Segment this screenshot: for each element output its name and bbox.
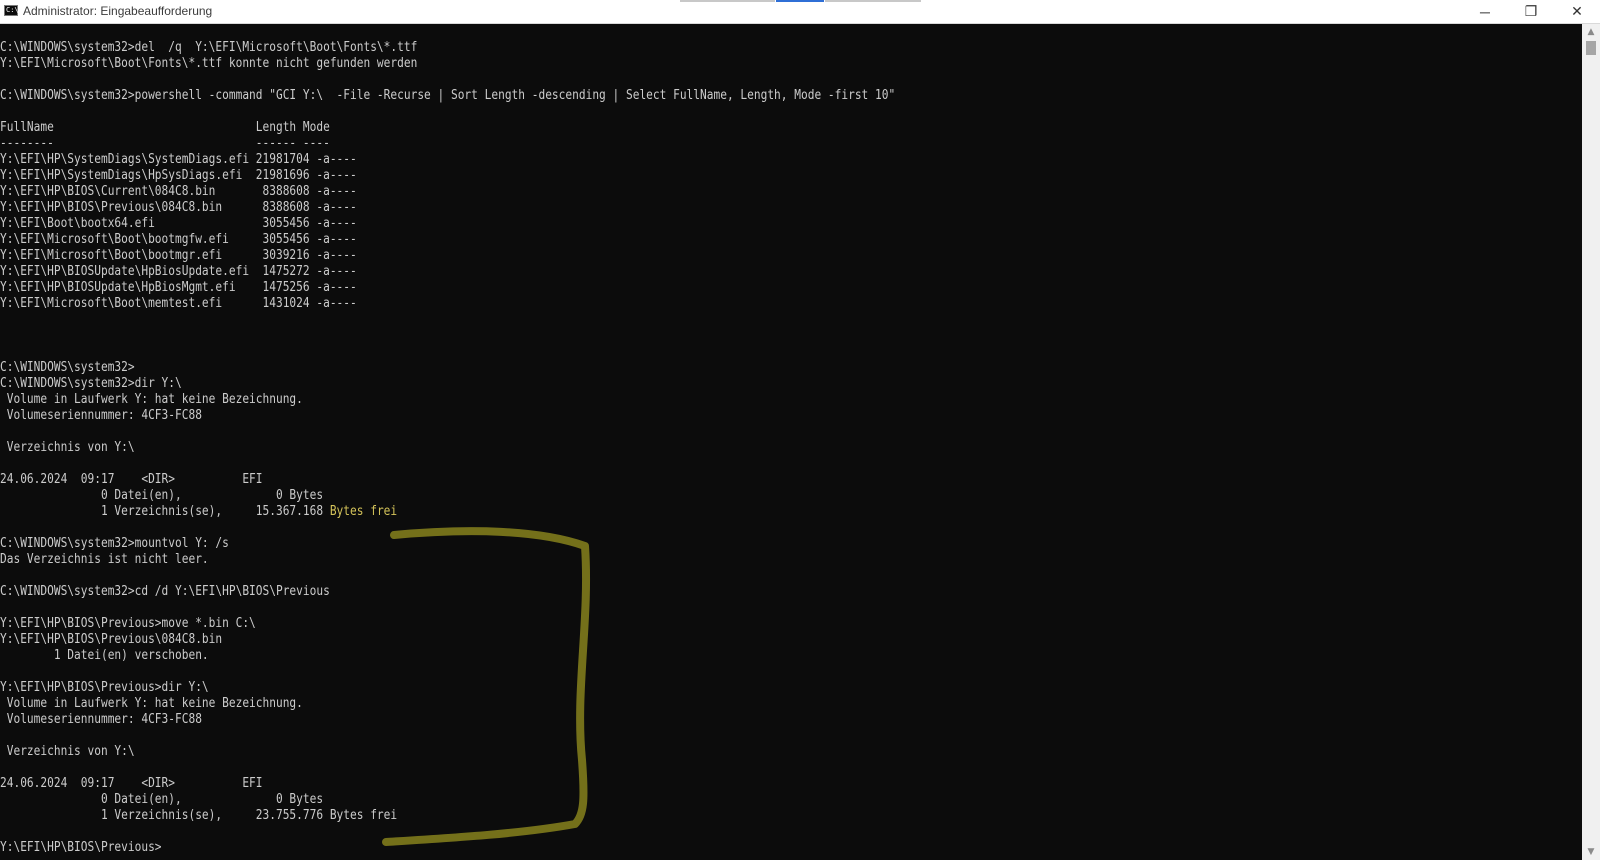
console-line-text: Y:\EFI\Boot\bootx64.efi 3055456 -a----	[0, 216, 357, 231]
console-highlighted-text: Bytes frei	[329, 504, 398, 519]
console-line-text: Volume in Laufwerk Y: hat keine Bezeichn…	[0, 696, 303, 711]
console-line-text: Y:\EFI\HP\BIOSUpdate\HpBiosMgmt.efi 1475…	[0, 280, 357, 295]
console-line-text: 1 Verzeichnis(se), 23.755.776 Bytes frei	[0, 808, 398, 823]
console-line: 0 Datei(en), 0 Bytes	[0, 792, 323, 808]
console-line: Volume in Laufwerk Y: hat keine Bezeichn…	[0, 392, 303, 408]
console-line: C:\WINDOWS\system32>	[0, 360, 135, 376]
console-line: 1 Datei(en) verschoben.	[0, 648, 209, 664]
console-line-text: C:\WINDOWS\system32>cd /d Y:\EFI\HP\BIOS…	[0, 584, 330, 599]
console-line: FullName Length Mode	[0, 120, 330, 136]
console-line: C:\WINDOWS\system32>dir Y:\	[0, 376, 182, 392]
console-line: 1 Verzeichnis(se), 23.755.776 Bytes frei	[0, 808, 397, 824]
console-line: C:\WINDOWS\system32>del /q Y:\EFI\Micros…	[0, 40, 417, 56]
console-line-text: C:\WINDOWS\system32>mountvol Y: /s	[0, 536, 229, 551]
console-line-text: 0 Datei(en), 0 Bytes	[0, 488, 324, 503]
console-line-text: Volumeseriennummer: 4CF3-FC88	[0, 408, 202, 423]
close-button[interactable]: ✕	[1554, 0, 1600, 23]
console-line-text: -------- ------ ----	[0, 136, 330, 151]
console-line-text: Y:\EFI\HP\BIOS\Previous\084C8.bin 838860…	[0, 200, 357, 215]
console-line-text: 1 Datei(en) verschoben.	[0, 648, 209, 663]
console-line: C:\WINDOWS\system32>powershell -command …	[0, 88, 895, 104]
tab-indicator-active	[776, 0, 824, 2]
console-line-text: 24.06.2024 09:17 <DIR> EFI	[0, 472, 263, 487]
arrow-up-icon[interactable]: ▲	[1582, 24, 1600, 40]
console-line: Y:\EFI\HP\BIOS\Previous>move *.bin C:\	[0, 616, 256, 632]
console-line: Volume in Laufwerk Y: hat keine Bezeichn…	[0, 696, 303, 712]
console-line: Y:\EFI\Boot\bootx64.efi 3055456 -a----	[0, 216, 357, 232]
console-line: Y:\EFI\HP\BIOSUpdate\HpBiosUpdate.efi 14…	[0, 264, 357, 280]
console-line: Y:\EFI\HP\SystemDiags\HpSysDiags.efi 219…	[0, 168, 357, 184]
console-line: Y:\EFI\HP\SystemDiags\SystemDiags.efi 21…	[0, 152, 357, 168]
console-line-text: Verzeichnis von Y:\	[0, 744, 135, 759]
console-line: Y:\EFI\HP\BIOS\Current\084C8.bin 8388608…	[0, 184, 357, 200]
console-line: Verzeichnis von Y:\	[0, 744, 135, 760]
console-line-text: 0 Datei(en), 0 Bytes	[0, 792, 324, 807]
console-line: Y:\EFI\HP\BIOS\Previous>dir Y:\	[0, 680, 209, 696]
tab-indicator	[680, 0, 775, 2]
restore-button[interactable]: ❐	[1508, 0, 1554, 23]
console-line: Y:\EFI\HP\BIOS\Previous>	[0, 840, 162, 856]
console-line: Verzeichnis von Y:\	[0, 440, 135, 456]
console-line: C:\WINDOWS\system32>mountvol Y: /s	[0, 536, 229, 552]
console-line-text: FullName Length Mode	[0, 120, 330, 135]
console-line: 1 Verzeichnis(se), 15.367.168 Bytes frei	[0, 504, 397, 520]
tab-indicator	[825, 0, 921, 2]
console-line: 24.06.2024 09:17 <DIR> EFI	[0, 776, 263, 792]
console-line: Y:\EFI\HP\BIOS\Previous\084C8.bin 838860…	[0, 200, 357, 216]
title-bar: C:\ Administrator: Eingabeaufforderung ─…	[0, 0, 1600, 24]
console-line-text: Volumeseriennummer: 4CF3-FC88	[0, 712, 202, 727]
console-line: Y:\EFI\HP\BIOSUpdate\HpBiosMgmt.efi 1475…	[0, 280, 357, 296]
console-line-text: 1 Verzeichnis(se), 15.367.168	[0, 504, 330, 519]
console-line-text: Y:\EFI\HP\BIOS\Previous>move *.bin C:\	[0, 616, 256, 631]
console-line-text: C:\WINDOWS\system32>powershell -command …	[0, 88, 896, 103]
console-line: Das Verzeichnis ist nicht leer.	[0, 552, 209, 568]
console-line-text: Y:\EFI\HP\BIOS\Previous>dir Y:\	[0, 680, 209, 695]
console-line-text: C:\WINDOWS\system32>del /q Y:\EFI\Micros…	[0, 40, 418, 55]
console-line: 24.06.2024 09:17 <DIR> EFI	[0, 472, 263, 488]
arrow-down-icon[interactable]: ▼	[1582, 844, 1600, 860]
console-line: Volumeseriennummer: 4CF3-FC88	[0, 712, 202, 728]
console-line: Y:\EFI\Microsoft\Boot\memtest.efi 143102…	[0, 296, 357, 312]
console-line-text: Y:\EFI\HP\BIOS\Current\084C8.bin 8388608…	[0, 184, 357, 199]
console-line: Y:\EFI\Microsoft\Boot\bootmgr.efi 303921…	[0, 248, 357, 264]
console-line-text: Verzeichnis von Y:\	[0, 440, 135, 455]
console-line-text: C:\WINDOWS\system32>dir Y:\	[0, 376, 182, 391]
console-line-text: Y:\EFI\HP\SystemDiags\HpSysDiags.efi 219…	[0, 168, 357, 183]
console-line-text: Y:\EFI\HP\BIOS\Previous>	[0, 840, 162, 855]
cmd-icon: C:\	[4, 5, 19, 16]
console-line-text: Das Verzeichnis ist nicht leer.	[0, 552, 209, 567]
window-title: Administrator: Eingabeaufforderung	[23, 4, 213, 18]
console-line: -------- ------ ----	[0, 136, 330, 152]
console-output[interactable]: C:\WINDOWS\system32>del /q Y:\EFI\Micros…	[0, 24, 1582, 860]
console-line-text: Volume in Laufwerk Y: hat keine Bezeichn…	[0, 392, 303, 407]
console-line: Volumeseriennummer: 4CF3-FC88	[0, 408, 202, 424]
console-line: Y:\EFI\Microsoft\Boot\bootmgfw.efi 30554…	[0, 232, 357, 248]
console-line-text: Y:\EFI\Microsoft\Boot\bootmgfw.efi 30554…	[0, 232, 357, 247]
console-line-text: 24.06.2024 09:17 <DIR> EFI	[0, 776, 263, 791]
console-line: 0 Datei(en), 0 Bytes	[0, 488, 323, 504]
console-line: Y:\EFI\HP\BIOS\Previous\084C8.bin	[0, 632, 222, 648]
console-line: Y:\EFI\Microsoft\Boot\Fonts\*.ttf konnte…	[0, 56, 417, 72]
minimize-button[interactable]: ─	[1462, 0, 1508, 23]
console-line-text: Y:\EFI\HP\SystemDiags\SystemDiags.efi 21…	[0, 152, 357, 167]
console-line-text: C:\WINDOWS\system32>	[0, 360, 135, 375]
console-line: C:\WINDOWS\system32>cd /d Y:\EFI\HP\BIOS…	[0, 584, 330, 600]
vertical-scrollbar[interactable]: ▲ ▼	[1582, 24, 1600, 860]
console-line-text: Y:\EFI\Microsoft\Boot\bootmgr.efi 303921…	[0, 248, 357, 263]
scrollbar-thumb[interactable]	[1586, 41, 1596, 55]
console-line-text: Y:\EFI\Microsoft\Boot\memtest.efi 143102…	[0, 296, 357, 311]
console-line-text: Y:\EFI\HP\BIOSUpdate\HpBiosUpdate.efi 14…	[0, 264, 357, 279]
console-line-text: Y:\EFI\HP\BIOS\Previous\084C8.bin	[0, 632, 223, 647]
console-line-text: Y:\EFI\Microsoft\Boot\Fonts\*.ttf konnte…	[0, 56, 418, 71]
